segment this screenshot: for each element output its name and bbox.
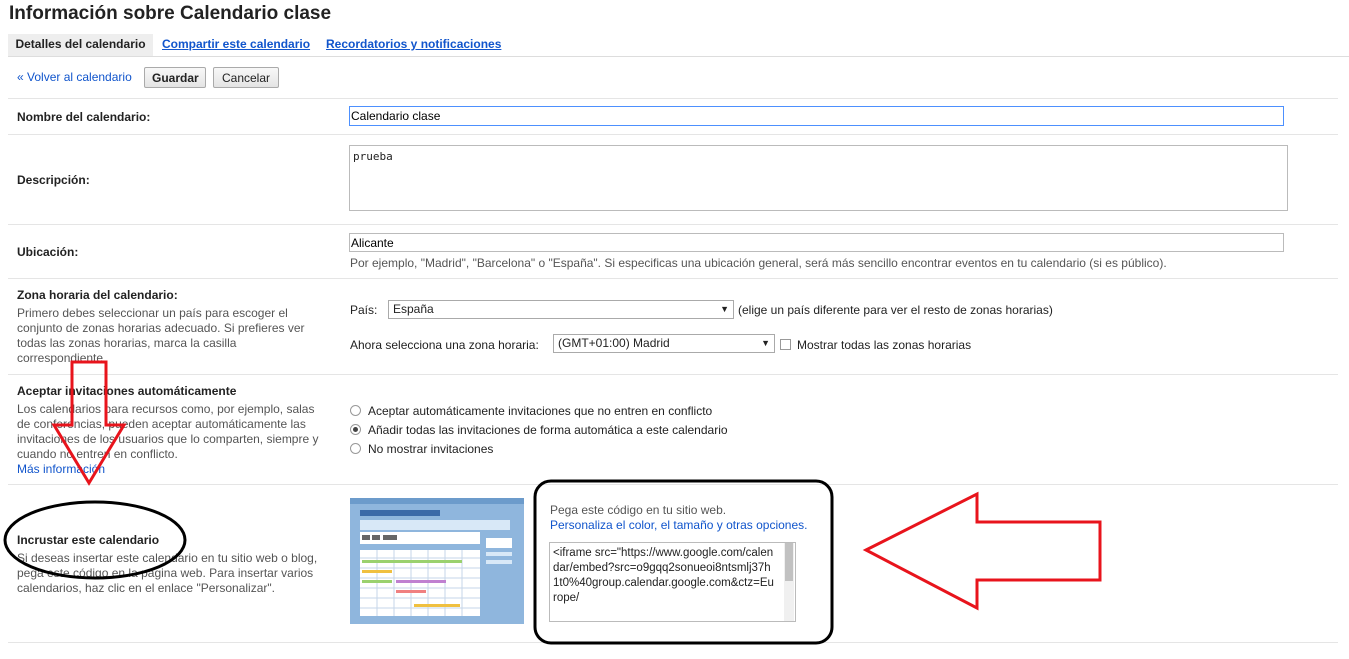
divider	[8, 278, 1338, 279]
dropdown-arrow-icon: ▼	[720, 304, 729, 314]
radio-add-all[interactable]	[350, 424, 361, 435]
location-hint: Por ejemplo, "Madrid", "Barcelona" o "Es…	[350, 256, 1167, 270]
cancel-button[interactable]: Cancelar	[213, 67, 279, 88]
divider	[8, 134, 1338, 135]
description-label: Descripción:	[17, 173, 90, 187]
embed-description: Si deseas insertar este calendario en tu…	[17, 551, 318, 595]
divider	[8, 484, 1338, 485]
option-label: Añadir todas las invitaciones de forma a…	[368, 423, 728, 437]
embed-code-textarea[interactable]: <iframe src="https://www.google.com/cale…	[549, 542, 796, 622]
country-hint: (elige un país diferente para ver el res…	[738, 303, 1053, 317]
timezone-description: Primero debes seleccionar un país para e…	[17, 306, 305, 365]
page-title: Información sobre Calendario clase	[9, 3, 332, 24]
scrollbar-thumb[interactable]	[785, 543, 793, 581]
divider	[8, 374, 1338, 375]
location-input[interactable]	[349, 233, 1284, 252]
back-link[interactable]: « Volver al calendario	[17, 70, 132, 84]
show-all-zones-label: Mostrar todas las zonas horarias	[797, 338, 972, 352]
more-info-link[interactable]: Más información	[17, 462, 105, 476]
dropdown-arrow-icon: ▼	[761, 338, 770, 348]
embed-label: Incrustar este calendario	[17, 533, 160, 547]
tab-sharing[interactable]: Compartir este calendario	[162, 34, 310, 56]
tab-details[interactable]: Detalles del calendario	[8, 34, 153, 56]
tab-reminders[interactable]: Recordatorios y notificaciones	[326, 34, 501, 56]
zone-label: Ahora selecciona una zona horaria:	[350, 338, 539, 352]
zone-select[interactable]: (GMT+01:00) Madrid ▼	[553, 334, 775, 353]
radio-accept-no-conflict[interactable]	[350, 405, 361, 416]
tab-bar: Detalles del calendario Compartir este c…	[8, 34, 1349, 57]
red-left-arrow-annotation	[862, 491, 1102, 611]
customize-link[interactable]: Personaliza el color, el tamaño y otras …	[550, 518, 807, 532]
calendar-illustration	[350, 498, 524, 624]
option-label: No mostrar invitaciones	[368, 442, 494, 456]
country-label: País:	[350, 303, 378, 317]
show-all-zones-checkbox[interactable]	[780, 339, 791, 350]
divider	[8, 224, 1338, 225]
option-label: Aceptar automáticamente invitaciones que…	[368, 404, 713, 418]
name-input[interactable]	[349, 106, 1284, 126]
save-button[interactable]: Guardar	[144, 67, 206, 88]
divider	[8, 98, 1338, 99]
invites-description: Los calendarios para recursos como, por …	[17, 402, 319, 461]
country-select[interactable]: España ▼	[388, 300, 734, 319]
name-label: Nombre del calendario:	[17, 110, 151, 124]
description-textarea[interactable]: prueba	[349, 145, 1288, 211]
divider	[8, 642, 1338, 643]
timezone-label: Zona horaria del calendario:	[17, 288, 178, 302]
radio-no-show[interactable]	[350, 443, 361, 454]
paste-code-text: Pega este código en tu sitio web.	[550, 503, 727, 517]
scrollbar-track[interactable]	[784, 543, 794, 621]
location-label: Ubicación:	[17, 245, 79, 259]
invites-label: Aceptar invitaciones automáticamente	[17, 384, 237, 398]
